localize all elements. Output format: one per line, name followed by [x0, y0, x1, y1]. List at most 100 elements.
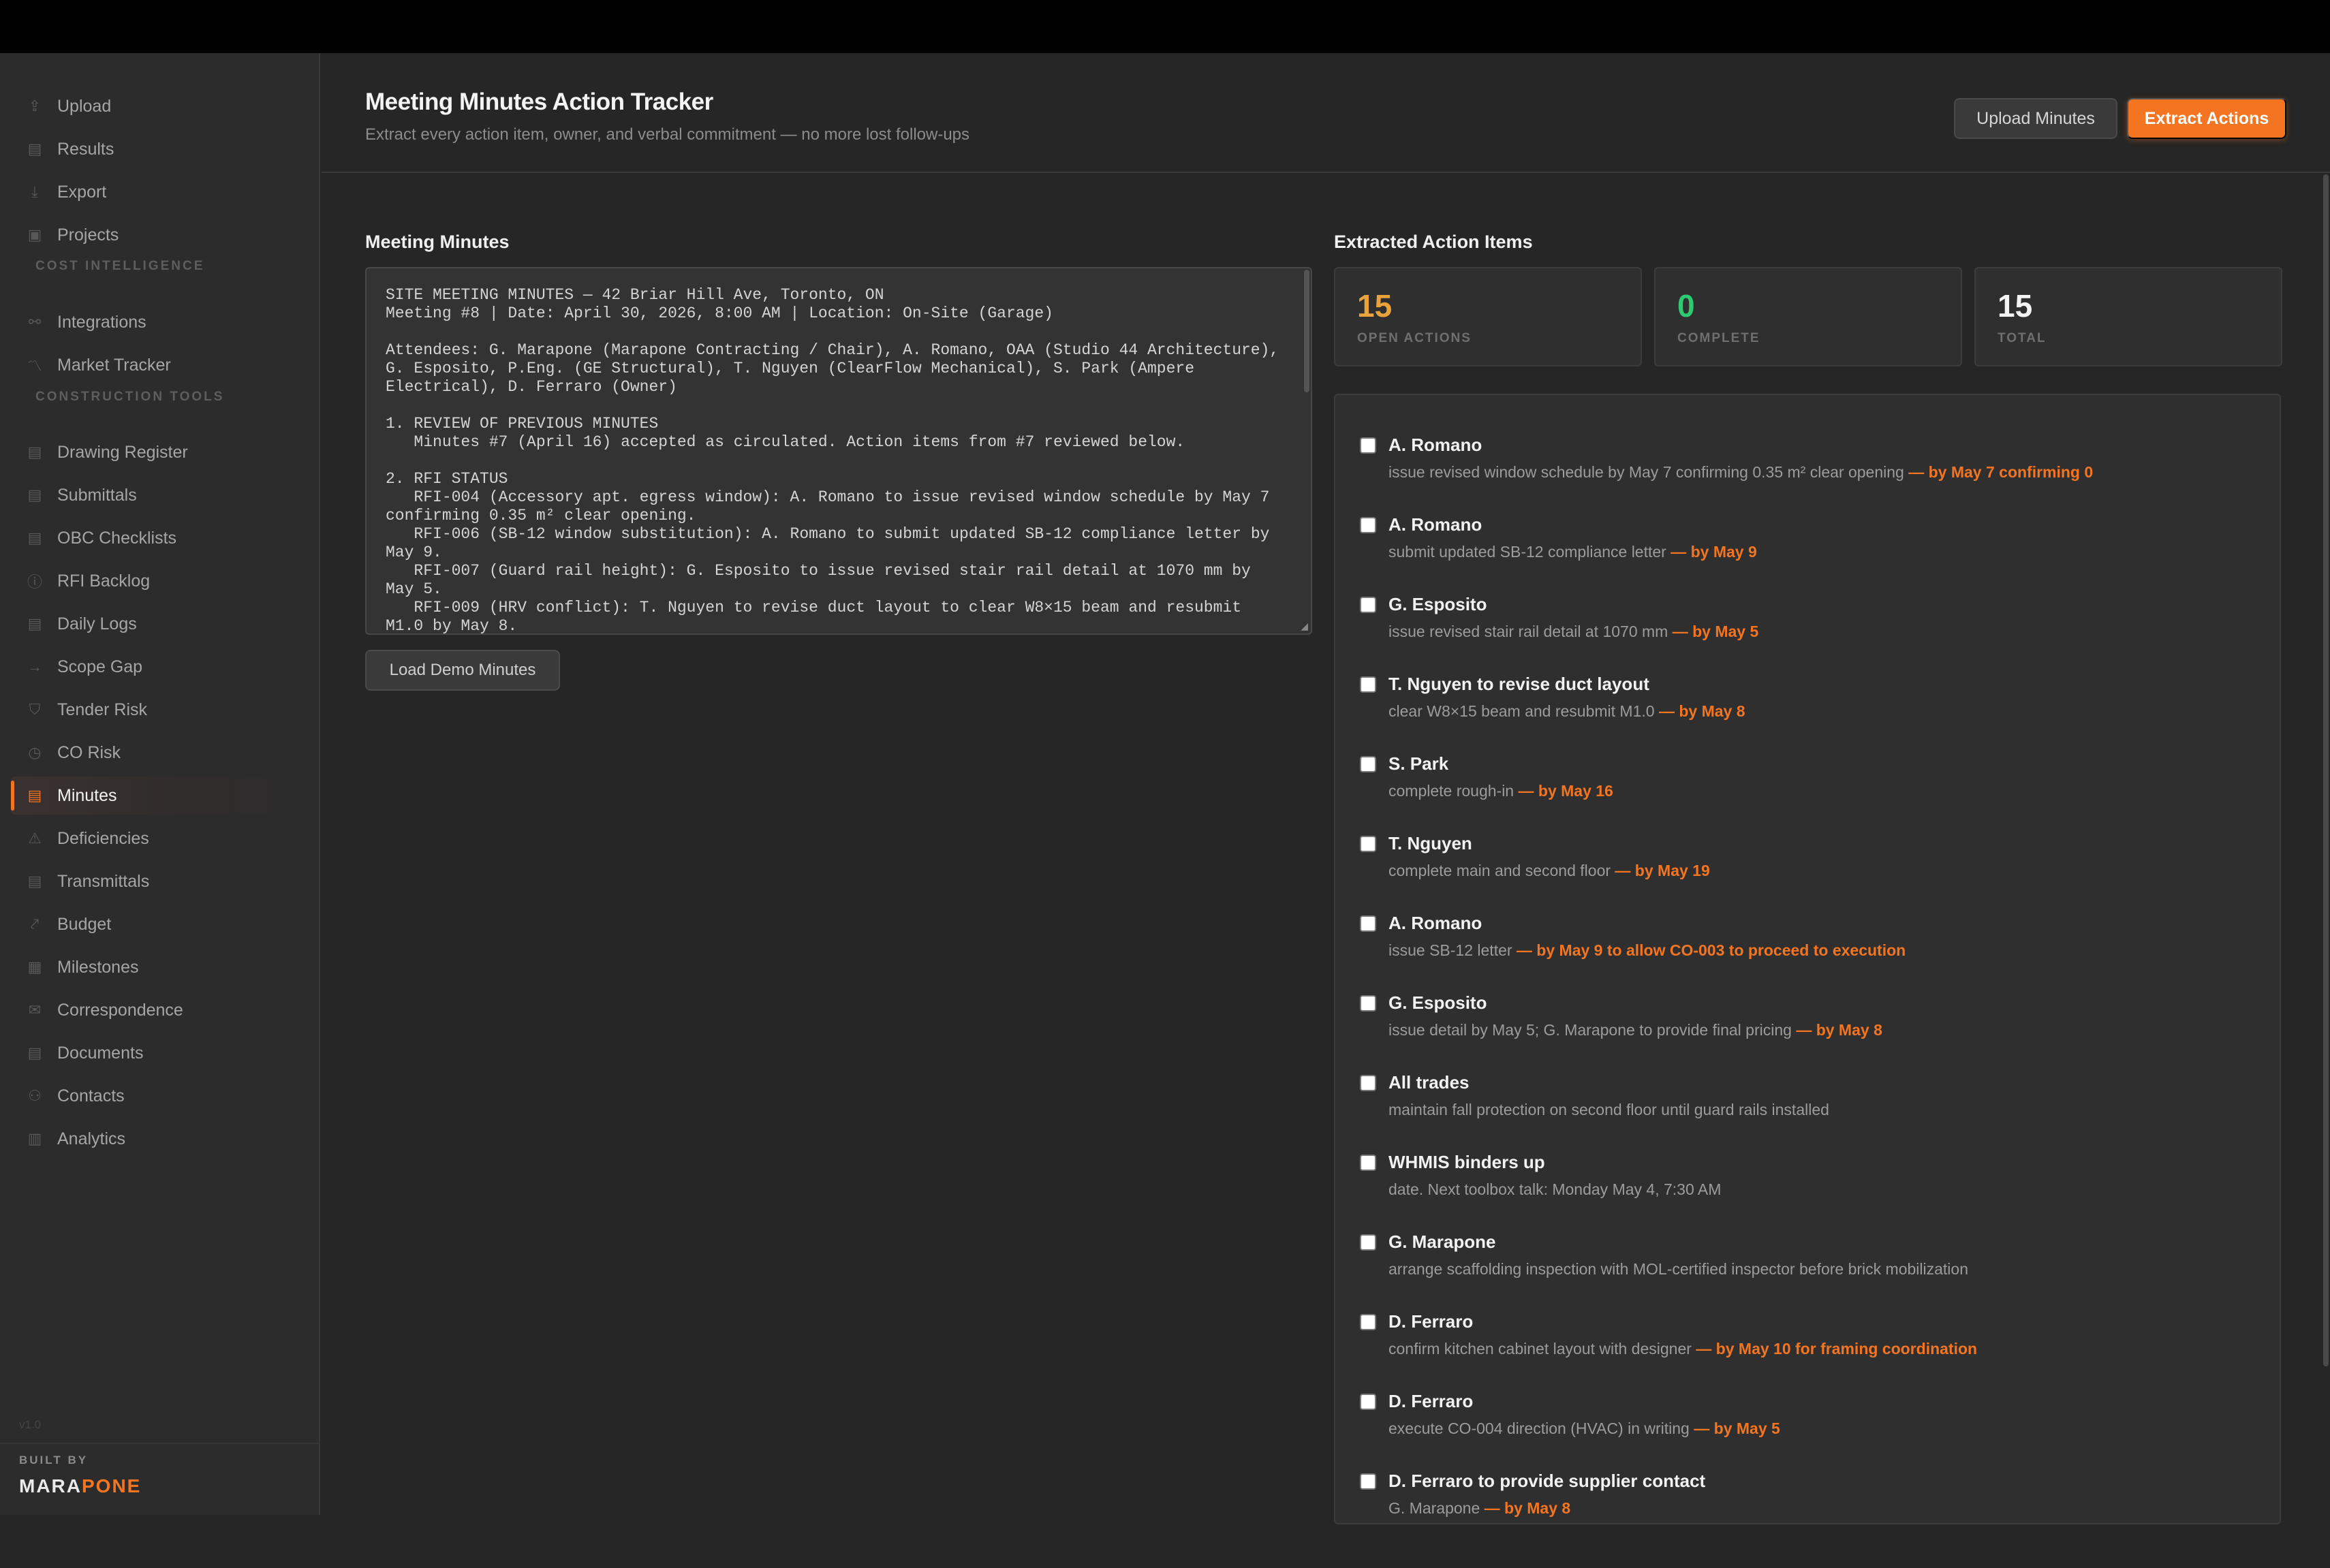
- sidebar-item-label: Scope Gap: [57, 657, 143, 676]
- action-checkbox[interactable]: [1360, 1234, 1376, 1251]
- stat-label: COMPLETE: [1677, 331, 1760, 345]
- action-description: submit updated SB-12 compliance letter —…: [1388, 543, 1757, 561]
- action-checkbox[interactable]: [1360, 915, 1376, 932]
- checklist-icon: ▤: [27, 529, 42, 546]
- mail-icon: ✉: [28, 1001, 42, 1018]
- action-checkbox[interactable]: [1360, 1075, 1376, 1091]
- minutes-textarea[interactable]: SITE MEETING MINUTES — 42 Briar Hill Ave…: [365, 267, 1312, 635]
- action-checkbox[interactable]: [1360, 836, 1376, 852]
- stat-complete: 0 COMPLETE: [1654, 267, 1962, 366]
- analytics-icon: ▥: [27, 1130, 42, 1147]
- action-owner: D. Ferraro: [1388, 1311, 1474, 1332]
- integrations-icon: ⚯: [28, 313, 42, 330]
- sidebar-item-co-risk[interactable]: ◷ CO Risk: [11, 734, 308, 772]
- market-tracker-icon: 〽: [27, 358, 42, 375]
- action-desc-text: arrange scaffolding inspection with MOL-…: [1388, 1260, 1968, 1278]
- action-due-date: — by May 5: [1694, 1420, 1780, 1437]
- budget-icon: ⤤: [30, 915, 40, 932]
- action-owner: S. Park: [1388, 753, 1449, 774]
- sidebar-item-market-tracker[interactable]: 〽 Market Tracker: [11, 346, 308, 384]
- sidebar-item-results[interactable]: ▤ Results: [11, 130, 308, 168]
- sidebar-item-contacts[interactable]: ⚇ Contacts: [11, 1077, 308, 1115]
- action-due-date: — by May 7 confirming 0: [1908, 463, 2094, 481]
- action-description: issue SB-12 letter — by May 9 to allow C…: [1388, 941, 1906, 960]
- sidebar-item-drawing-register[interactable]: ▤ Drawing Register: [11, 433, 308, 471]
- sidebar-item-label: Correspondence: [57, 1000, 183, 1020]
- action-owner: G. Esposito: [1388, 992, 1487, 1013]
- action-checkbox[interactable]: [1360, 437, 1376, 454]
- action-checkbox[interactable]: [1360, 1473, 1376, 1490]
- sidebar-item-documents[interactable]: ▤ Documents: [11, 1034, 308, 1072]
- action-owner: A. Romano: [1388, 435, 1482, 455]
- projects-icon: ▣: [27, 226, 42, 243]
- stat-value: 15: [1998, 288, 2033, 324]
- sidebar: ⇪ Upload ▤ Results ⤓ Export ▣ Projects ⚯ Integrat…: [0, 53, 320, 1515]
- drawing-register-icon: ▤: [27, 443, 42, 460]
- built-by-label: BUILT BY: [19, 1454, 89, 1467]
- sidebar-item-upload[interactable]: ⇪ Upload: [11, 87, 308, 125]
- sidebar-item-label: Tender Risk: [57, 700, 147, 719]
- action-due-date: — by May 9: [1671, 543, 1757, 561]
- action-due-date: — by May 8: [1658, 702, 1745, 720]
- milestones-icon: ▦: [27, 958, 42, 975]
- action-checkbox[interactable]: [1360, 1314, 1376, 1330]
- sidebar-item-label: Deficiencies: [57, 828, 149, 848]
- minutes-scrollbar[interactable]: [1304, 270, 1309, 392]
- action-items-list: A. Romano issue revised window schedule b…: [1334, 394, 2281, 1524]
- sidebar-item-label: Contacts: [57, 1086, 125, 1106]
- load-demo-minutes-button[interactable]: Load Demo Minutes: [365, 650, 560, 691]
- sidebar-item-projects[interactable]: ▣ Projects: [11, 216, 308, 254]
- main-scrollbar[interactable]: [2323, 174, 2329, 1366]
- action-due-date: — by May 19: [1615, 862, 1710, 879]
- sidebar-item-label: Market Tracker: [57, 355, 171, 375]
- action-checkbox[interactable]: [1360, 517, 1376, 533]
- sidebar-item-label: RFI Backlog: [57, 571, 151, 591]
- sidebar-item-label: Analytics: [57, 1129, 126, 1148]
- action-checkbox[interactable]: [1360, 1155, 1376, 1171]
- daily-logs-icon: ▤: [27, 615, 42, 632]
- sidebar-item-scope-gap[interactable]: → Scope Gap: [11, 648, 308, 686]
- sidebar-item-daily-logs[interactable]: ▤ Daily Logs: [11, 605, 308, 643]
- sidebar-item-milestones[interactable]: ▦ Milestones: [11, 948, 308, 986]
- action-checkbox[interactable]: [1360, 676, 1376, 693]
- action-due-date: — by May 5: [1672, 623, 1759, 640]
- action-desc-text: complete main and second floor: [1388, 862, 1611, 879]
- action-description: issue revised window schedule by May 7 c…: [1388, 463, 2093, 482]
- action-owner: WHMIS binders up: [1388, 1152, 1545, 1172]
- action-description: issue detail by May 5; G. Marapone to pr…: [1388, 1021, 1882, 1039]
- sidebar-item-obc-checklists[interactable]: ▤ OBC Checklists: [11, 519, 308, 557]
- sidebar-item-budget[interactable]: ⤤ Budget: [11, 905, 308, 943]
- action-owner: A. Romano: [1388, 514, 1482, 535]
- action-desc-text: confirm kitchen cabinet layout with desi…: [1388, 1340, 1692, 1358]
- action-checkbox[interactable]: [1360, 995, 1376, 1012]
- sidebar-item-minutes[interactable]: ▤ Minutes: [11, 777, 308, 815]
- sidebar-item-transmittals[interactable]: ▤ Transmittals: [11, 862, 308, 900]
- action-description: maintain fall protection on second floor…: [1388, 1101, 1829, 1119]
- sidebar-item-label: Export: [57, 182, 107, 202]
- page-subtitle: Extract every action item, owner, and ve…: [365, 125, 970, 144]
- sidebar-item-label: Milestones: [57, 957, 139, 977]
- sidebar-item-rfi-backlog[interactable]: ⓘ RFI Backlog: [11, 562, 308, 600]
- sidebar-item-export[interactable]: ⤓ Export: [11, 173, 308, 211]
- stat-open-actions: 15 OPEN ACTIONS: [1334, 267, 1642, 366]
- section-label-construction-tools: CONSTRUCTION TOOLS: [35, 390, 225, 404]
- sidebar-item-tender-risk[interactable]: ⛉ Tender Risk: [11, 691, 308, 729]
- warning-icon: ⚠: [28, 830, 42, 847]
- sidebar-item-analytics[interactable]: ▥ Analytics: [11, 1120, 308, 1158]
- sidebar-item-correspondence[interactable]: ✉ Correspondence: [11, 991, 308, 1029]
- resize-grip-icon[interactable]: ◢: [1301, 621, 1308, 632]
- action-description: arrange scaffolding inspection with MOL-…: [1388, 1260, 1968, 1279]
- extract-actions-button[interactable]: Extract Actions: [2127, 98, 2286, 139]
- submittals-icon: ▤: [27, 486, 42, 503]
- stat-label: TOTAL: [1998, 331, 2047, 345]
- sidebar-item-deficiencies[interactable]: ⚠ Deficiencies: [11, 819, 308, 858]
- action-checkbox[interactable]: [1360, 597, 1376, 613]
- rfi-icon: ⓘ: [27, 574, 42, 591]
- sidebar-item-integrations[interactable]: ⚯ Integrations: [11, 303, 308, 341]
- action-checkbox[interactable]: [1360, 1394, 1376, 1410]
- upload-minutes-button[interactable]: Upload Minutes: [1954, 98, 2117, 139]
- action-checkbox[interactable]: [1360, 756, 1376, 772]
- sidebar-item-submittals[interactable]: ▤ Submittals: [11, 476, 308, 514]
- sidebar-item-label: Upload: [57, 96, 112, 116]
- brand-logo: MARAPONE: [19, 1475, 142, 1496]
